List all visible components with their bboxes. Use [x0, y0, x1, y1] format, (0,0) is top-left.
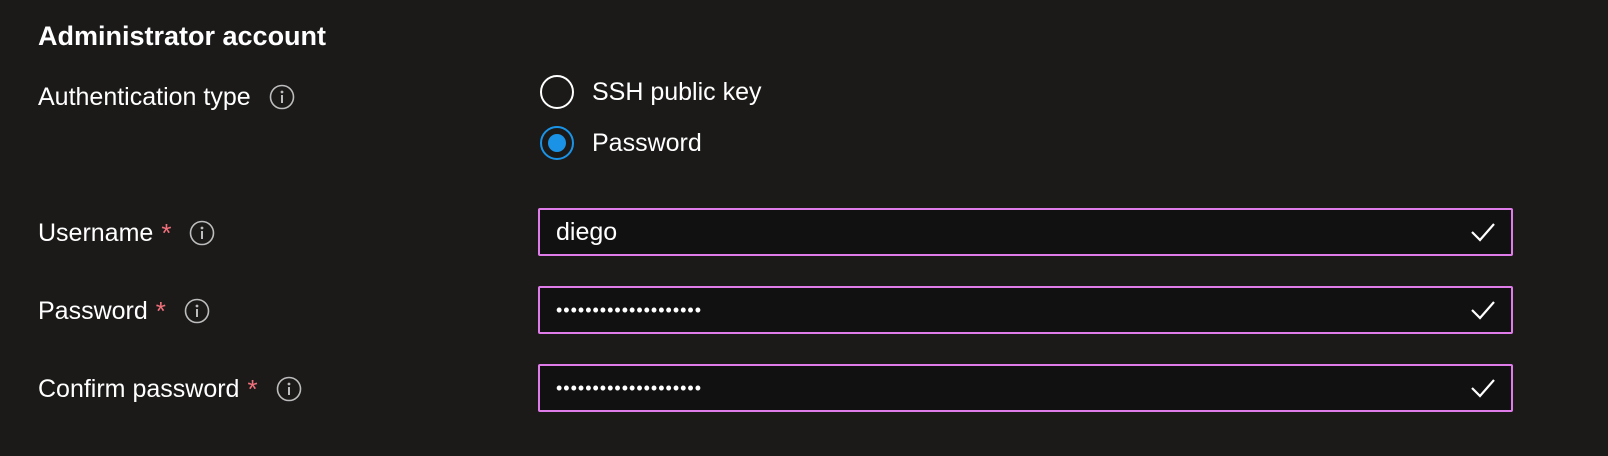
required-marker: *	[247, 373, 258, 404]
checkmark-icon	[1469, 374, 1497, 402]
info-icon[interactable]	[189, 220, 215, 246]
confirm-password-input[interactable]	[556, 377, 1469, 399]
auth-type-label-row: Authentication type	[38, 79, 295, 115]
auth-type-label: Authentication type	[38, 82, 251, 111]
confirm-password-label-row: Confirm password *	[38, 371, 302, 407]
radio-selected-dot	[548, 134, 566, 152]
radio-password[interactable]: Password	[540, 123, 762, 163]
radio-button-unchecked[interactable]	[540, 75, 574, 109]
password-field[interactable]	[538, 286, 1513, 334]
radio-ssh-public-key[interactable]: SSH public key	[540, 72, 762, 112]
info-icon[interactable]	[269, 84, 295, 110]
required-marker: *	[155, 295, 166, 326]
password-input[interactable]	[556, 299, 1469, 321]
info-icon[interactable]	[276, 376, 302, 402]
checkmark-icon	[1469, 296, 1497, 324]
username-label: Username	[38, 218, 154, 247]
username-input[interactable]	[556, 217, 1469, 247]
username-field[interactable]	[538, 208, 1513, 256]
password-label-row: Password *	[38, 293, 210, 329]
confirm-password-label: Confirm password	[38, 374, 240, 403]
username-label-row: Username *	[38, 215, 215, 251]
section-title: Administrator account	[38, 21, 327, 51]
password-label: Password	[38, 296, 148, 325]
confirm-password-field[interactable]	[538, 364, 1513, 412]
radio-label-password: Password	[592, 128, 702, 157]
auth-type-radio-group: SSH public key Password	[540, 72, 762, 174]
info-icon[interactable]	[184, 298, 210, 324]
checkmark-icon	[1469, 218, 1497, 246]
required-marker: *	[161, 217, 172, 248]
radio-label-ssh: SSH public key	[592, 77, 762, 106]
radio-button-checked[interactable]	[540, 126, 574, 160]
admin-account-section: Administrator account Authentication typ…	[0, 0, 1608, 456]
